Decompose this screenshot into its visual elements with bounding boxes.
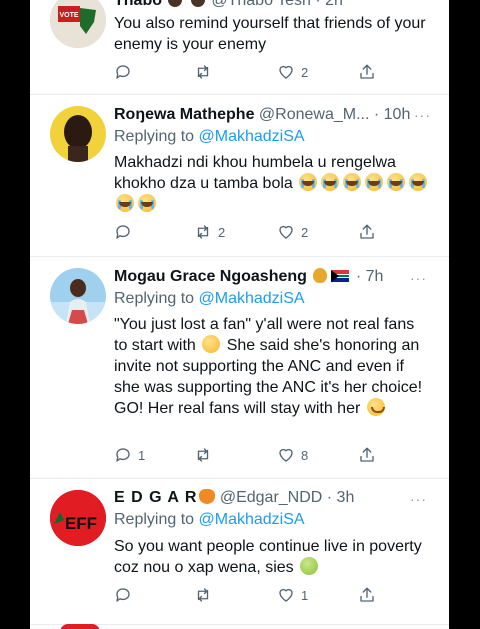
crying-emoji-icon	[365, 173, 384, 191]
nauseated-emoji-icon	[300, 557, 319, 575]
like-count: 8	[301, 447, 309, 463]
share-button[interactable]	[358, 445, 376, 465]
tweet-header: E D G A R @Edgar_NDD · 3h	[114, 488, 441, 508]
avatar[interactable]	[50, 106, 106, 162]
replying-label: Replying to	[114, 128, 199, 145]
avatar-eff-text: EFF	[65, 514, 97, 533]
heart-icon	[279, 225, 293, 239]
tweet-actions: 2	[114, 62, 414, 82]
tweet-4[interactable]: EFF E D G A R @Edgar_NDD · 3h ··· Replyi…	[30, 478, 449, 625]
heart-icon	[279, 65, 293, 79]
tweet-header: Mogau Grace Ngoasheng · 7h	[114, 267, 441, 287]
crying-emoji-icon	[321, 173, 340, 191]
heart-icon	[279, 588, 293, 602]
like-count: 2	[301, 64, 309, 80]
retweet-icon	[197, 588, 209, 602]
share-button[interactable]	[358, 62, 376, 82]
tweet-header: Roŋewa Mathephe @Ronewa_M... · 10h	[114, 105, 441, 125]
tweet-text-content: So you want people continue live in pove…	[114, 538, 422, 576]
reply-icon	[116, 588, 130, 602]
share-icon	[360, 587, 374, 602]
avatar[interactable]: EFF	[50, 490, 106, 546]
retweet-button[interactable]	[194, 585, 218, 605]
display-name[interactable]: Thabo	[114, 0, 162, 9]
share-icon	[360, 447, 374, 462]
like-button[interactable]: 8	[277, 445, 308, 465]
retweet-icon	[197, 448, 209, 462]
tweet-text: So you want people continue live in pove…	[114, 536, 430, 578]
handle-time[interactable]: @Thabo Tesh · 2h	[211, 0, 343, 9]
tweet-text: You also remind yourself that friends of…	[114, 15, 426, 53]
like-count: 2	[301, 224, 309, 240]
reply-button[interactable]	[114, 585, 138, 605]
crying-emoji-icon	[138, 194, 156, 212]
retweet-button[interactable]	[194, 62, 218, 82]
retweet-count: 2	[218, 224, 226, 240]
crying-emoji-icon	[409, 173, 428, 191]
tweet-actions: 1	[114, 585, 414, 605]
tweet-2[interactable]: Roŋewa Mathephe @Ronewa_M... · 10h ··· R…	[30, 94, 449, 257]
tweet-1[interactable]: VOTE Thabo @Thabo Tesh · 2h You also rem…	[30, 0, 449, 95]
more-options-button[interactable]: ···	[410, 491, 427, 507]
tweet-3[interactable]: Mogau Grace Ngoasheng · 7h ··· Replying …	[30, 256, 449, 479]
replying-to: Replying to @MakhadziSA	[114, 127, 305, 147]
retweet-icon	[197, 65, 209, 79]
handle-time[interactable]: @Edgar_NDD · 3h	[220, 489, 355, 506]
like-button[interactable]: 1	[277, 585, 308, 605]
author-emoji	[190, 0, 205, 7]
reply-icon	[116, 448, 130, 462]
like-count: 1	[301, 587, 309, 603]
handle-time[interactable]: · 7h	[356, 268, 384, 285]
avatar[interactable]	[50, 268, 106, 324]
reply-button[interactable]	[114, 62, 138, 82]
tweet-actions: 2 2	[114, 222, 414, 242]
reply-icon	[116, 225, 130, 239]
replying-label: Replying to	[114, 511, 199, 528]
reply-button[interactable]: 1	[114, 445, 145, 465]
display-name[interactable]: Roŋewa Mathephe	[114, 106, 254, 123]
crying-emoji-icon	[387, 173, 406, 191]
reply-icon	[116, 65, 130, 79]
retweet-icon	[197, 225, 209, 239]
like-button[interactable]: 2	[277, 222, 308, 242]
display-name[interactable]: E D G A R	[114, 489, 197, 506]
retweet-button[interactable]: 2	[194, 222, 225, 242]
crying-emoji-icon	[299, 173, 318, 191]
tweet-text: "You just lost a fan" y'all were not rea…	[114, 314, 430, 419]
replying-label: Replying to	[114, 290, 199, 307]
crying-emoji-icon	[343, 173, 362, 191]
more-options-button[interactable]: ···	[414, 107, 458, 123]
replying-handle-link[interactable]: @MakhadziSA	[199, 290, 305, 307]
like-button[interactable]: 2	[277, 62, 308, 82]
avatar-vote-text: VOTE	[59, 12, 78, 19]
share-icon	[360, 64, 374, 79]
smirk-emoji-icon	[202, 335, 221, 353]
crying-emoji-icon	[116, 194, 134, 212]
replying-handle-link[interactable]: @MakhadziSA	[199, 511, 305, 528]
smile-emoji-icon	[366, 398, 385, 416]
handle-time[interactable]: @Ronewa_M... · 10h	[259, 106, 410, 123]
replying-handle-link[interactable]: @MakhadziSA	[199, 128, 305, 145]
share-button[interactable]	[358, 222, 376, 242]
share-icon	[360, 224, 374, 239]
tweet-text: Makhadzi ndi khou humbela u rengelwa kho…	[114, 152, 430, 215]
replying-to: Replying to @MakhadziSA	[114, 510, 305, 530]
avatar[interactable]: VOTE	[50, 0, 106, 48]
fox-icon	[199, 489, 216, 504]
money-bag-icon	[313, 268, 328, 283]
reply-count: 1	[138, 447, 146, 463]
author-emoji	[168, 0, 183, 7]
south-africa-flag-icon	[331, 270, 350, 282]
heart-icon	[279, 448, 293, 462]
next-tweet-avatar-edge	[60, 624, 100, 629]
timeline: VOTE Thabo @Thabo Tesh · 2h You also rem…	[30, 0, 449, 629]
retweet-button[interactable]	[194, 445, 218, 465]
reply-button[interactable]	[114, 222, 138, 242]
tweet-actions: 1 8	[114, 445, 414, 465]
tweet-header: Thabo @Thabo Tesh · 2h	[114, 0, 441, 11]
display-name[interactable]: Mogau Grace Ngoasheng	[114, 268, 307, 285]
replying-to: Replying to @MakhadziSA	[114, 289, 305, 309]
share-button[interactable]	[358, 585, 376, 605]
more-options-button[interactable]: ···	[410, 270, 427, 286]
